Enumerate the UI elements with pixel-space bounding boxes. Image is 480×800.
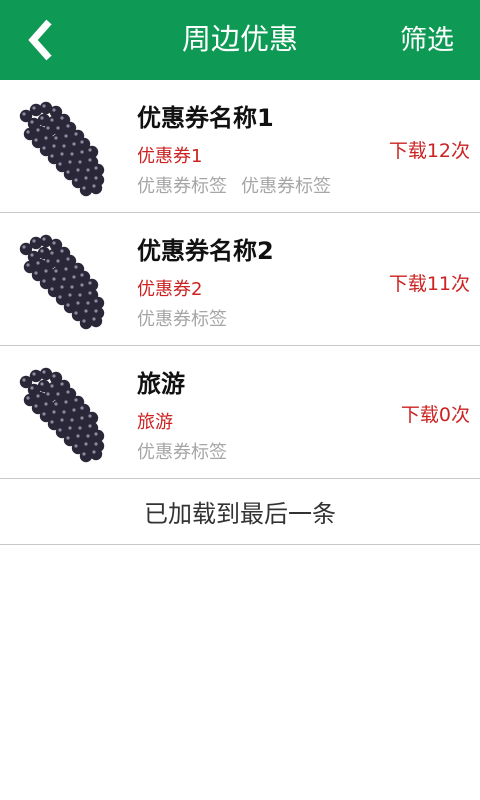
grapes-image	[19, 234, 105, 330]
page-title: 周边优惠	[181, 22, 298, 56]
item-tags: 优惠券标签	[137, 305, 241, 331]
top-app-bar: 周边优惠 筛选	[0, 0, 480, 80]
filter-button[interactable]: 筛选	[400, 0, 454, 80]
item-title: 优惠券名称2	[137, 237, 274, 265]
item-title: 旅游	[137, 370, 185, 398]
back-button[interactable]	[14, 12, 66, 68]
end-of-list-label: 已加载到最后一条	[0, 479, 480, 545]
item-subtitle: 旅游	[137, 412, 173, 433]
tag-label: 优惠券标签	[241, 176, 331, 197]
item-subtitle: 优惠券2	[137, 279, 203, 300]
download-count: 下载0次	[400, 404, 470, 426]
grapes-image	[19, 101, 105, 197]
tag-label: 优惠券标签	[137, 309, 227, 330]
item-tags: 优惠券标签	[137, 438, 241, 464]
list-item[interactable]: 旅游 旅游 优惠券标签 下载0次	[0, 346, 480, 479]
coupon-list: 优惠券名称1 优惠券1 优惠券标签 优惠券标签 下载12次 优惠券名称2 优惠券2…	[0, 80, 480, 545]
item-tags: 优惠券标签 优惠券标签	[137, 172, 345, 198]
item-subtitle: 优惠券1	[137, 146, 203, 167]
chevron-left-icon	[28, 19, 52, 61]
item-title: 优惠券名称1	[137, 104, 274, 132]
tag-label: 优惠券标签	[137, 176, 227, 197]
download-count: 下载12次	[388, 140, 470, 162]
grapes-image	[19, 367, 105, 463]
list-item[interactable]: 优惠券名称2 优惠券2 优惠券标签 下载11次	[0, 213, 480, 346]
download-count: 下载11次	[388, 273, 470, 295]
list-item[interactable]: 优惠券名称1 优惠券1 优惠券标签 优惠券标签 下载12次	[0, 80, 480, 213]
tag-label: 优惠券标签	[137, 442, 227, 463]
